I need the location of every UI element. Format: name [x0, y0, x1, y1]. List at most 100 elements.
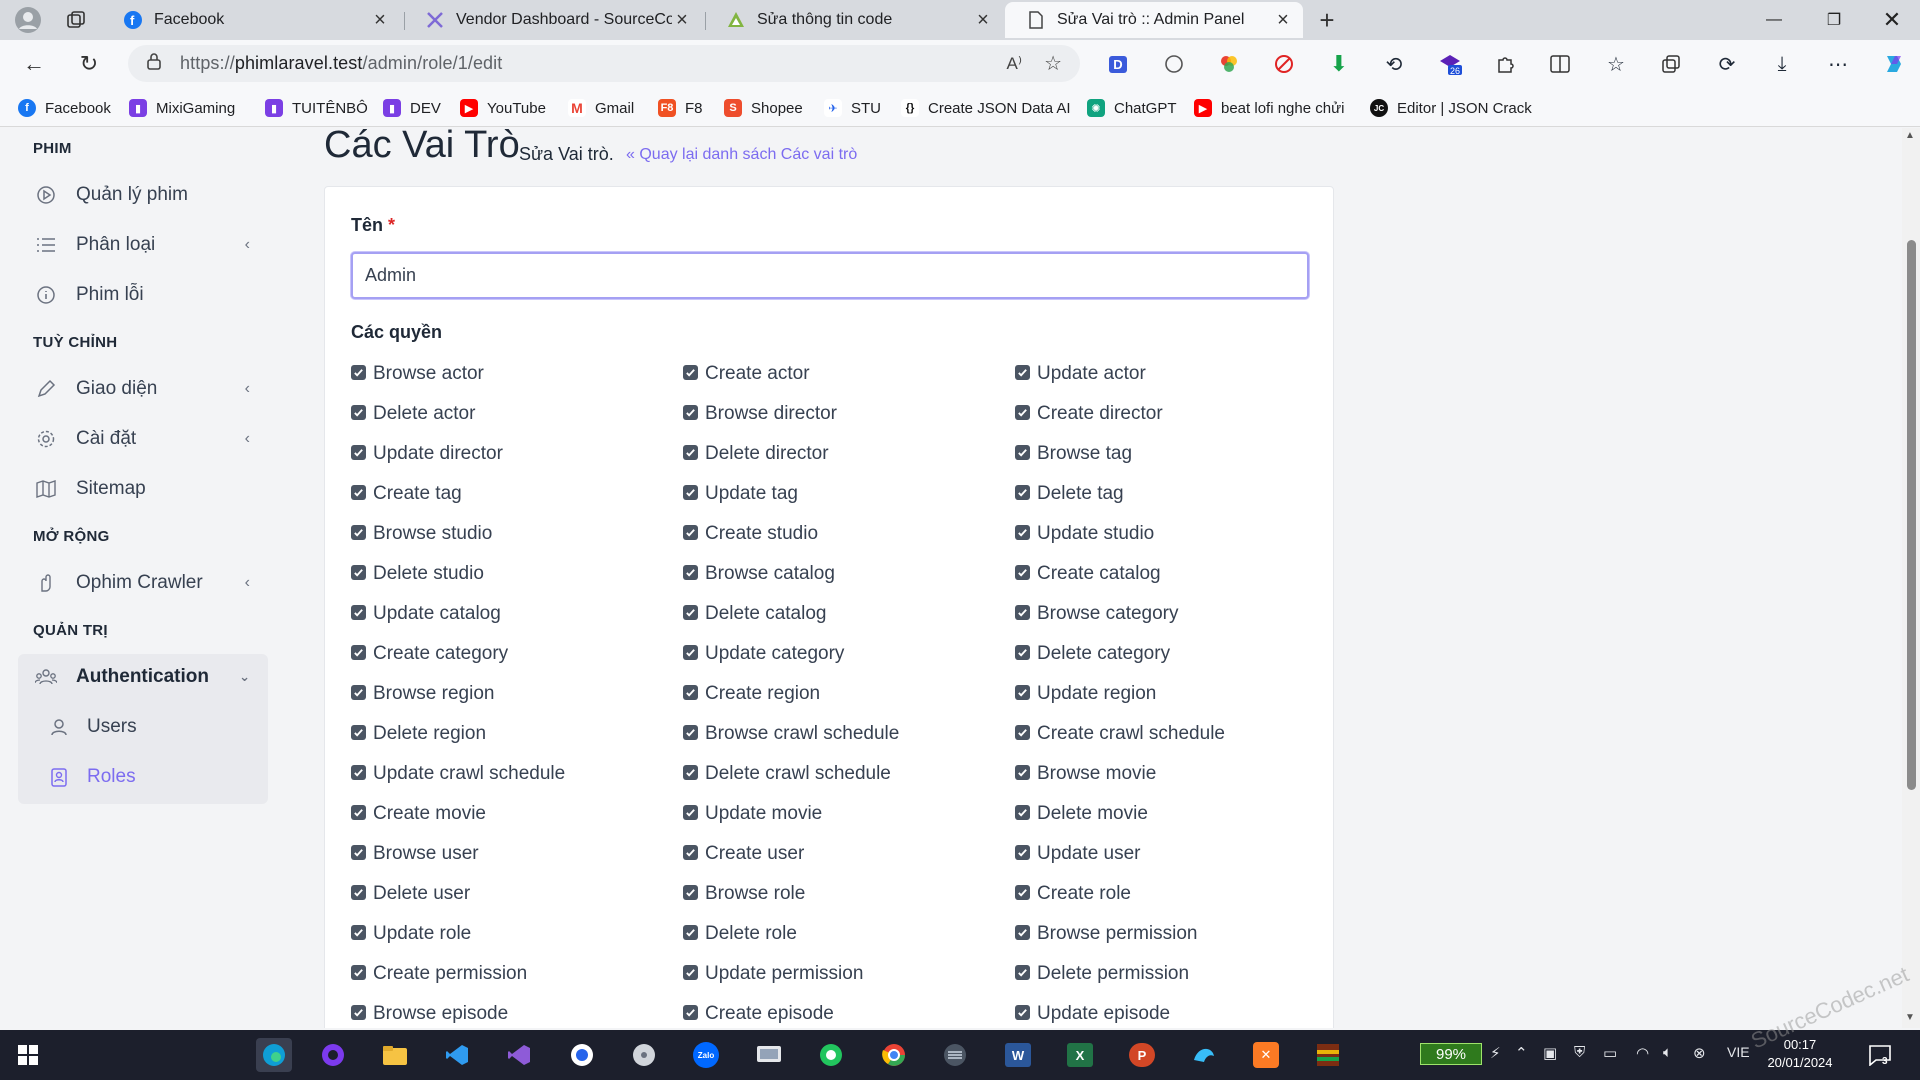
scroll-down-icon[interactable]: ▼: [1905, 1012, 1915, 1023]
permission-checkbox-item[interactable]: Browse permission: [1015, 919, 1198, 949]
permission-checkbox-item[interactable]: Browse user: [351, 839, 479, 869]
checkbox-checked-icon[interactable]: [683, 1004, 698, 1020]
checkbox-checked-icon[interactable]: [1015, 484, 1030, 500]
profile-avatar-icon[interactable]: [12, 4, 44, 36]
reload-icon[interactable]: ↻: [73, 48, 105, 80]
checkbox-checked-icon[interactable]: [683, 564, 698, 580]
extension-color-icon[interactable]: [1213, 48, 1245, 80]
checkbox-checked-icon[interactable]: [1015, 844, 1030, 860]
bookmark-tuitenbo[interactable]: ▮ TUITÊNBÔ: [265, 97, 368, 119]
file-explorer-taskbar-icon[interactable]: [377, 1038, 413, 1072]
extension-download-icon[interactable]: ⬇: [1323, 48, 1355, 80]
visual-studio-taskbar-icon[interactable]: [501, 1038, 537, 1072]
checkbox-checked-icon[interactable]: [1015, 364, 1030, 380]
workspaces-icon[interactable]: [60, 4, 92, 36]
battery-icon[interactable]: ▭: [1603, 1044, 1617, 1062]
edge-taskbar-icon[interactable]: [256, 1038, 292, 1072]
checkbox-checked-icon[interactable]: [683, 484, 698, 500]
checkbox-checked-icon[interactable]: [351, 644, 366, 660]
favorite-star-icon[interactable]: ☆: [1044, 51, 1062, 76]
checkbox-checked-icon[interactable]: [683, 844, 698, 860]
checkbox-checked-icon[interactable]: [351, 564, 366, 580]
checkbox-checked-icon[interactable]: [1015, 604, 1030, 620]
notifications-icon[interactable]: 3: [1862, 1038, 1898, 1072]
read-aloud-icon[interactable]: A⁾: [1006, 54, 1022, 74]
mute-icon[interactable]: ⊗: [1693, 1044, 1706, 1062]
bookmark-chatgpt[interactable]: ✺ ChatGPT: [1087, 97, 1177, 119]
checkbox-checked-icon[interactable]: [351, 804, 366, 820]
checkbox-checked-icon[interactable]: [683, 364, 698, 380]
zalo-taskbar-icon[interactable]: Zalo: [688, 1038, 724, 1072]
role-name-input[interactable]: [351, 252, 1309, 299]
chrome-taskbar-icon[interactable]: [876, 1038, 912, 1072]
checkbox-checked-icon[interactable]: [1015, 1004, 1030, 1020]
close-tab-icon[interactable]: ×: [973, 9, 993, 32]
bookmark-gmail[interactable]: M Gmail: [568, 97, 634, 119]
permission-checkbox-item[interactable]: Browse role: [683, 879, 805, 909]
show-hidden-icons-icon[interactable]: ⌃: [1515, 1044, 1528, 1062]
extensions-puzzle-icon[interactable]: [1489, 48, 1521, 80]
tray-app-icon[interactable]: ▣: [1543, 1044, 1557, 1062]
checkbox-checked-icon[interactable]: [351, 484, 366, 500]
permission-checkbox-item[interactable]: Delete user: [351, 879, 470, 909]
checkbox-checked-icon[interactable]: [351, 684, 366, 700]
extension-block-icon[interactable]: [1268, 48, 1300, 80]
checkbox-checked-icon[interactable]: [1015, 884, 1030, 900]
permission-checkbox-item[interactable]: Update crawl schedule: [351, 759, 565, 789]
permission-checkbox-item[interactable]: Delete director: [683, 439, 829, 469]
tab-facebook[interactable]: f Facebook ×: [102, 2, 400, 38]
back-icon[interactable]: ←: [18, 48, 50, 80]
tab-vendor-dashboard[interactable]: Vendor Dashboard - SourceCode ×: [404, 2, 702, 38]
history-icon[interactable]: ⟳: [1711, 48, 1743, 80]
checkbox-checked-icon[interactable]: [351, 1004, 366, 1020]
powerpoint-taskbar-icon[interactable]: P: [1124, 1038, 1160, 1072]
sidebar-subitem-roles[interactable]: Roles: [49, 757, 136, 797]
checkbox-checked-icon[interactable]: [683, 764, 698, 780]
permission-checkbox-item[interactable]: Create permission: [351, 959, 527, 989]
copilot-icon[interactable]: [1878, 48, 1910, 80]
permission-checkbox-item[interactable]: Delete tag: [1015, 479, 1124, 509]
permission-checkbox-item[interactable]: Create category: [351, 639, 508, 669]
bookmark-facebook[interactable]: f Facebook: [18, 97, 111, 119]
checkbox-checked-icon[interactable]: [1015, 964, 1030, 980]
github-taskbar-icon[interactable]: [315, 1038, 351, 1072]
bookmark-shopee[interactable]: S Shopee: [724, 97, 803, 119]
permission-checkbox-item[interactable]: Update episode: [1015, 999, 1170, 1028]
checkbox-checked-icon[interactable]: [1015, 444, 1030, 460]
permission-checkbox-item[interactable]: Browse movie: [1015, 759, 1156, 789]
windows-start-icon[interactable]: [10, 1038, 46, 1072]
checkbox-checked-icon[interactable]: [683, 724, 698, 740]
permission-checkbox-item[interactable]: Update category: [683, 639, 844, 669]
permission-checkbox-item[interactable]: Delete catalog: [683, 599, 826, 629]
permission-checkbox-item[interactable]: Delete studio: [351, 559, 484, 589]
checkbox-checked-icon[interactable]: [351, 404, 366, 420]
sidebar-item-phan-loai[interactable]: Phân loại ‹: [18, 223, 268, 267]
permission-checkbox-item[interactable]: Delete role: [683, 919, 797, 949]
new-tab-icon[interactable]: +: [1311, 4, 1343, 36]
permission-checkbox-item[interactable]: Create director: [1015, 399, 1163, 429]
bookmark-stu[interactable]: ✈ STU: [824, 97, 881, 119]
permission-checkbox-item[interactable]: Update tag: [683, 479, 798, 509]
extension-sync-icon[interactable]: ⟲: [1378, 48, 1410, 80]
close-tab-icon[interactable]: ×: [370, 9, 390, 32]
permission-checkbox-item[interactable]: Create catalog: [1015, 559, 1161, 589]
permission-checkbox-item[interactable]: Browse catalog: [683, 559, 835, 589]
permission-checkbox-item[interactable]: Delete actor: [351, 399, 475, 429]
excel-taskbar-icon[interactable]: X: [1062, 1038, 1098, 1072]
permission-checkbox-item[interactable]: Delete movie: [1015, 799, 1148, 829]
bird-app-taskbar-icon[interactable]: [1186, 1038, 1222, 1072]
permission-checkbox-item[interactable]: Create region: [683, 679, 820, 709]
sidebar-item-giao-dien[interactable]: Giao diện ‹: [18, 367, 268, 411]
winrar-taskbar-icon[interactable]: [1310, 1038, 1346, 1072]
extension-code-icon[interactable]: [1158, 48, 1190, 80]
permission-checkbox-item[interactable]: Update role: [351, 919, 471, 949]
favorites-icon[interactable]: ☆: [1600, 48, 1632, 80]
permission-checkbox-item[interactable]: Delete permission: [1015, 959, 1189, 989]
permission-checkbox-item[interactable]: Update permission: [683, 959, 863, 989]
checkbox-checked-icon[interactable]: [351, 924, 366, 940]
app-taskbar-icon[interactable]: [564, 1038, 600, 1072]
permission-checkbox-item[interactable]: Browse episode: [351, 999, 508, 1028]
permission-checkbox-item[interactable]: Update actor: [1015, 359, 1146, 389]
checkbox-checked-icon[interactable]: [683, 804, 698, 820]
permission-checkbox-item[interactable]: Create role: [1015, 879, 1131, 909]
